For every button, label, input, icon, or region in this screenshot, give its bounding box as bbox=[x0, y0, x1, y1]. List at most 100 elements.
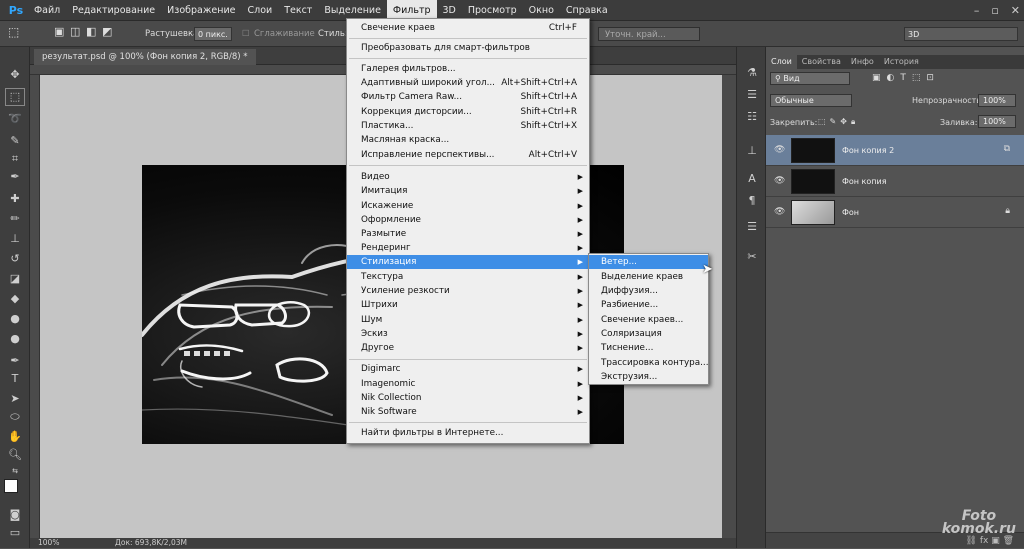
crop-tool-icon[interactable]: ⌗ bbox=[6, 151, 24, 167]
submenu-item-solarize[interactable]: Соляризация bbox=[589, 327, 708, 341]
eyedropper-tool-icon[interactable]: ✒ bbox=[6, 169, 24, 185]
zoom-level[interactable]: 100% bbox=[38, 538, 59, 548]
eraser-tool-icon[interactable]: ◪ bbox=[6, 271, 24, 287]
shape-tool-icon[interactable]: ⬭ bbox=[6, 409, 24, 425]
menu-item-sharpen[interactable]: Усиление резкости ▶ bbox=[347, 284, 589, 298]
menu-item-brush-strokes[interactable]: Оформление ▶ bbox=[347, 213, 589, 227]
marquee-tool-icon[interactable]: ⬚ bbox=[8, 25, 19, 39]
move-tool-icon[interactable]: ✥ bbox=[6, 67, 24, 83]
opacity-input[interactable]: 100% bbox=[978, 94, 1016, 107]
menu-item-stylize[interactable]: Стилизация ▶ bbox=[347, 255, 589, 269]
refine-edge-button[interactable]: Уточн. край... bbox=[598, 27, 700, 41]
minimize-button[interactable]: – bbox=[974, 4, 980, 17]
menu-item-render[interactable]: Рендеринг ▶ bbox=[347, 241, 589, 255]
workspace-select[interactable]: 3D bbox=[904, 27, 1018, 41]
foreground-color-swatch[interactable] bbox=[4, 479, 18, 493]
tab-info[interactable]: Инфо bbox=[846, 55, 879, 69]
submenu-item-trace-contour[interactable]: Трассировка контура... bbox=[589, 356, 709, 370]
menu-item-nik-software[interactable]: Nik Software ▶ bbox=[347, 405, 589, 419]
dodge-tool-icon[interactable]: ● bbox=[6, 331, 24, 347]
lasso-tool-icon[interactable]: ➰ bbox=[6, 111, 24, 127]
healing-brush-tool-icon[interactable]: ✚ bbox=[6, 191, 24, 207]
submenu-item-find-edges[interactable]: Выделение краев bbox=[589, 270, 708, 284]
character-panel-icon[interactable]: A bbox=[744, 171, 760, 187]
menu-image[interactable]: Изображение bbox=[161, 0, 241, 21]
tool-presets-icon[interactable]: ✂ bbox=[744, 249, 760, 265]
submenu-item-glowing-edges[interactable]: Свечение краев... bbox=[589, 313, 708, 327]
new-layer-icon[interactable]: ▣ bbox=[991, 536, 1002, 546]
trash-icon[interactable]: 🗑︎ bbox=[1003, 536, 1014, 546]
layer-comps-icon[interactable]: ☷ bbox=[744, 109, 760, 125]
menu-item-nik-collection[interactable]: Nik Collection ▶ bbox=[347, 391, 589, 405]
quick-select-tool-icon[interactable]: ✎ bbox=[6, 133, 24, 149]
tab-layers[interactable]: Слои bbox=[766, 55, 797, 69]
quick-mask-icon[interactable]: ◙ bbox=[6, 507, 24, 523]
menu-item-video[interactable]: Видео ▶ bbox=[347, 170, 589, 184]
document-tab[interactable]: результат.psd @ 100% (Фон копия 2, RGB/8… bbox=[34, 49, 256, 65]
tab-history[interactable]: История bbox=[879, 55, 924, 69]
menu-item-smart-filters[interactable]: Преобразовать для смарт-фильтров bbox=[347, 41, 589, 55]
eye-icon[interactable]: 👁︎ bbox=[774, 176, 785, 186]
marquee-tool-icon[interactable]: ⬚ bbox=[5, 88, 25, 106]
new-selection-icon[interactable]: ▣ bbox=[54, 25, 64, 39]
swap-colors-icon[interactable]: ⇆ bbox=[6, 463, 24, 479]
submenu-item-wind[interactable]: Ветер... bbox=[589, 255, 708, 269]
type-tool-icon[interactable]: T bbox=[6, 371, 24, 387]
link-icon[interactable]: ⛓ bbox=[966, 536, 980, 546]
menu-item-blur[interactable]: Размытие ▶ bbox=[347, 227, 589, 241]
menu-item-browse-filters[interactable]: Найти фильтры в Интернете... bbox=[347, 426, 589, 440]
submenu-item-tiles[interactable]: Разбиение... bbox=[589, 298, 708, 312]
eye-icon[interactable]: 👁︎ bbox=[774, 207, 785, 217]
tab-properties[interactable]: Свойства bbox=[797, 55, 846, 69]
maximize-button[interactable]: ▫ bbox=[991, 4, 998, 17]
antialias-checkbox[interactable]: ☐ bbox=[242, 27, 250, 41]
menu-item-adaptive-wide-angle[interactable]: Адаптивный широкий угол... Alt+Shift+Ctrl… bbox=[347, 76, 589, 90]
screen-mode-icon[interactable]: ▭ bbox=[6, 525, 24, 541]
brush-presets-icon[interactable]: ☰ bbox=[744, 219, 760, 235]
zoom-tool-icon[interactable]: 🔍︎ bbox=[6, 447, 24, 463]
menu-edit[interactable]: Редактирование bbox=[66, 0, 161, 21]
path-selection-tool-icon[interactable]: ➤ bbox=[6, 391, 24, 407]
subtract-selection-icon[interactable]: ◧ bbox=[86, 25, 96, 39]
submenu-item-emboss[interactable]: Тиснение... bbox=[589, 341, 708, 355]
submenu-item-extrude[interactable]: Экструзия... bbox=[589, 370, 708, 384]
submenu-item-diffuse[interactable]: Диффузия... bbox=[589, 284, 708, 298]
menu-item-liquify[interactable]: Пластика... Shift+Ctrl+X bbox=[347, 119, 589, 133]
menu-type[interactable]: Текст bbox=[278, 0, 318, 21]
menu-item-oil-paint[interactable]: Масляная краска... bbox=[347, 133, 589, 147]
hand-tool-icon[interactable]: ✋ bbox=[6, 429, 24, 445]
layer-filter-icons[interactable]: ▣◐T⬚⊡ bbox=[872, 73, 940, 83]
menu-item-other[interactable]: Другое ▶ bbox=[347, 341, 589, 355]
paragraph-panel-icon[interactable]: ¶ bbox=[744, 193, 760, 209]
layer-row[interactable]: 👁︎ Фон 🔒︎ bbox=[766, 197, 1024, 228]
blend-mode-select[interactable]: Обычные bbox=[770, 94, 852, 107]
fx-icon[interactable]: fx bbox=[980, 536, 991, 546]
vertical-scrollbar[interactable] bbox=[722, 75, 736, 538]
menu-item-artistic[interactable]: Имитация ▶ bbox=[347, 184, 589, 198]
menu-file[interactable]: Файл bbox=[28, 0, 66, 21]
clone-stamp-tool-icon[interactable]: ⊥ bbox=[6, 231, 24, 247]
adjustments-panel-icon[interactable]: ☰ bbox=[744, 87, 760, 103]
layer-row[interactable]: 👁︎ Фон копия bbox=[766, 166, 1024, 197]
menu-item-texture[interactable]: Текстура ▶ bbox=[347, 270, 589, 284]
intersect-selection-icon[interactable]: ◩ bbox=[102, 25, 112, 39]
brush-tool-icon[interactable]: ✏ bbox=[6, 211, 24, 227]
blur-tool-icon[interactable]: ● bbox=[6, 311, 24, 327]
lock-icons[interactable]: ⬚✎✥🔒︎ bbox=[818, 117, 859, 127]
layer-row[interactable]: 👁︎ Фон копия 2 ⧉ bbox=[766, 135, 1024, 166]
add-selection-icon[interactable]: ◫ bbox=[70, 25, 80, 39]
menu-item-lens-correction[interactable]: Коррекция дисторсии... Shift+Ctrl+R bbox=[347, 105, 589, 119]
paint-bucket-tool-icon[interactable]: ◆ bbox=[6, 291, 24, 307]
feather-input[interactable]: 0 пикс. bbox=[194, 27, 232, 41]
menu-item-sketch[interactable]: Эскиз ▶ bbox=[347, 327, 589, 341]
menu-item-last-filter[interactable]: Свечение краев Ctrl+F bbox=[347, 21, 589, 35]
menu-layers[interactable]: Слои bbox=[241, 0, 278, 21]
eye-icon[interactable]: 👁︎ bbox=[774, 145, 785, 155]
menu-item-filter-gallery[interactable]: Галерея фильтров... bbox=[347, 62, 589, 76]
menu-item-noise[interactable]: Шум ▶ bbox=[347, 313, 589, 327]
properties-panel-icon[interactable]: ⊥ bbox=[744, 143, 760, 159]
history-brush-tool-icon[interactable]: ↺ bbox=[6, 251, 24, 267]
menu-item-vanishing-point[interactable]: Исправление перспективы... Alt+Ctrl+V bbox=[347, 148, 589, 162]
history-panel-icon[interactable]: ⚗ bbox=[744, 65, 760, 81]
pen-tool-icon[interactable]: ✒ bbox=[6, 353, 24, 369]
